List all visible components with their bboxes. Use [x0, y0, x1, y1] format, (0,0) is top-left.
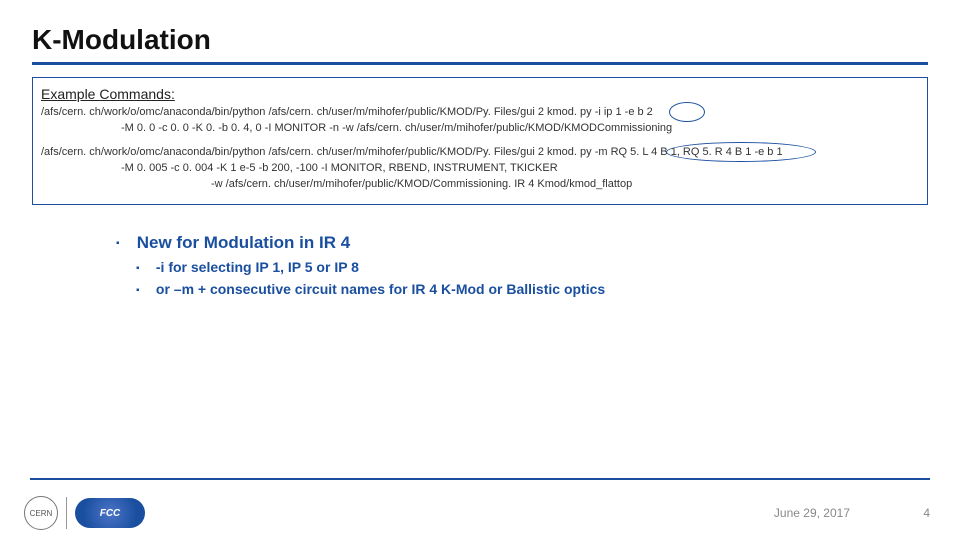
footer-divider: [30, 478, 930, 480]
footer-date: June 29, 2017: [774, 506, 850, 520]
bullet-l1-text: New for Modulation in IR 4: [137, 233, 350, 252]
bullet-mark: ▪: [136, 285, 146, 296]
bullet-mark: ▪: [136, 263, 146, 274]
footer-logos: CERN FCC: [24, 496, 145, 530]
command-line-3: /afs/cern. ch/work/o/omc/anaconda/bin/py…: [41, 146, 919, 158]
title-underline: [32, 62, 928, 65]
bullet-mark: ▪: [116, 238, 126, 249]
footer-page-number: 4: [923, 506, 930, 520]
command-text: -M 0. 0 -c 0. 0 -K 0. -b 0. 4, 0 -I MONI…: [121, 122, 672, 134]
command-line-1: /afs/cern. ch/work/o/omc/anaconda/bin/py…: [41, 106, 919, 118]
bullet-level2-a: ▪ -i for selecting IP 1, IP 5 or IP 8: [136, 259, 930, 275]
example-commands-header: Example Commands:: [41, 86, 919, 102]
command-line-5: -w /afs/cern. ch/user/m/mihofer/public/K…: [41, 178, 919, 190]
command-text: -w /afs/cern. ch/user/m/mihofer/public/K…: [211, 178, 632, 190]
circle-annotation-2: [666, 142, 816, 162]
logo-divider: [66, 497, 67, 529]
bullet-l2b-text: or –m + consecutive circuit names for IR…: [156, 281, 605, 297]
command-line-4: -M 0. 005 -c 0. 004 -K 1 e-5 -b 200, -10…: [41, 162, 919, 174]
example-commands-box: Example Commands: /afs/cern. ch/work/o/o…: [32, 77, 928, 205]
bullet-level1: ▪ New for Modulation in IR 4: [116, 233, 930, 253]
command-text: /afs/cern. ch/work/o/omc/anaconda/bin/py…: [41, 106, 653, 118]
circle-annotation-1: [669, 102, 705, 122]
command-text: -M 0. 005 -c 0. 004 -K 1 e-5 -b 200, -10…: [121, 162, 558, 174]
fcc-logo: FCC: [75, 498, 145, 528]
bullet-l2a-text: -i for selecting IP 1, IP 5 or IP 8: [156, 259, 359, 275]
bullet-level2-b: ▪ or –m + consecutive circuit names for …: [136, 281, 930, 297]
cern-logo: CERN: [24, 496, 58, 530]
bullet-list: ▪ New for Modulation in IR 4 ▪ -i for se…: [116, 233, 930, 297]
slide-title: K-Modulation: [32, 24, 930, 56]
command-line-2: -M 0. 0 -c 0. 0 -K 0. -b 0. 4, 0 -I MONI…: [41, 122, 919, 134]
